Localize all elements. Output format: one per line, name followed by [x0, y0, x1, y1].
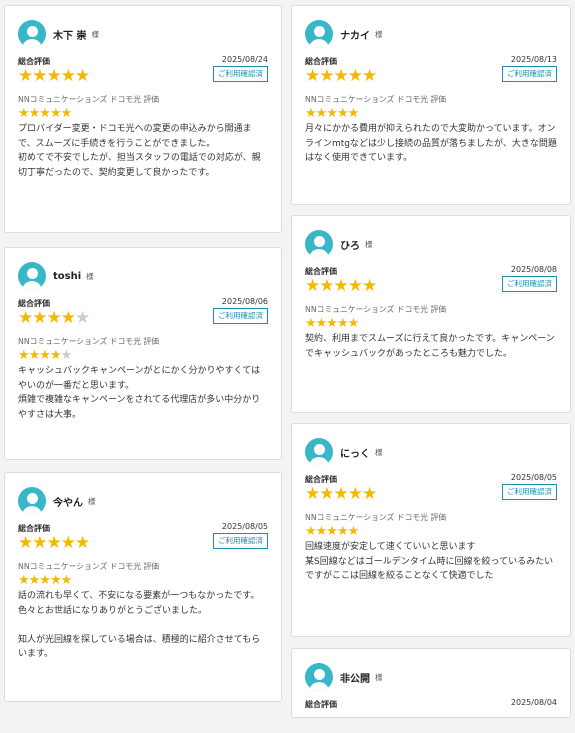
overall-stars: ★★★★★: [305, 66, 377, 86]
reviewer: ひろ 様: [305, 228, 557, 260]
star-icon-filled: ★★★★★: [18, 106, 72, 121]
star-icon-filled: ★★★★★: [305, 484, 377, 504]
star-icon-filled: ★★★★★: [18, 573, 72, 588]
overall-rating-row: 総合評価 2025/08/05 ★★★★★ ご利用確認済: [305, 473, 557, 508]
review-card: 非公開 様 総合評価 2025/08/04: [291, 648, 571, 718]
avatar-icon: [305, 230, 333, 258]
star-icon-filled: ★★★★: [18, 348, 62, 363]
overall-stars: ★★★★★: [18, 66, 90, 86]
avatar-icon: [305, 20, 333, 48]
reviewer: toshi 様: [18, 260, 268, 292]
star-icon-empty: ★: [74, 308, 90, 328]
star-icon-empty: ★: [60, 348, 73, 363]
star-icon-filled: ★★★★★: [305, 524, 359, 539]
review-date: 2025/08/13: [510, 55, 557, 64]
review-date: 2025/08/05: [510, 473, 557, 482]
reviewer-name: にっく: [340, 448, 370, 460]
provider-rating-label: NNコミュニケーションズ ドコモ光 評価: [305, 95, 447, 104]
star-icon-filled: ★★★★★: [18, 533, 90, 553]
overall-rating-row: 総合評価 2025/08/13 ★★★★★ ご利用確認済: [305, 55, 557, 90]
star-icon-filled: ★★★★★: [305, 66, 377, 86]
verified-badge: ご利用確認済: [502, 66, 557, 82]
star-icon-filled: ★★★★★: [305, 106, 359, 121]
star-icon-filled: ★★★★★: [305, 276, 377, 296]
verified-badge: ご利用確認済: [502, 276, 557, 292]
provider-stars: ★★★★★: [18, 348, 268, 363]
provider-stars: ★★★★★: [18, 106, 268, 121]
provider-rating-label: NNコミュニケーションズ ドコモ光 評価: [18, 95, 160, 104]
review-card: にっく 様 総合評価 2025/08/05 ★★★★★ ご利用確認済 NNコミュ…: [291, 423, 571, 637]
provider-stars: ★★★★★: [305, 316, 557, 331]
provider-rating-label: NNコミュニケーションズ ドコモ光 評価: [18, 562, 160, 571]
review-comment: 回線速度が安定して速くていいと思います 某S回線などはゴールデンタイム時に回線を…: [305, 542, 554, 582]
overall-rating-row: 総合評価 2025/08/05 ★★★★★ ご利用確認済: [18, 522, 268, 557]
avatar-icon: [18, 262, 46, 290]
review-card: 木下 崇 様 総合評価 2025/08/24 ★★★★★ ご利用確認済 NNコミ…: [4, 5, 282, 233]
provider-stars: ★★★★★: [305, 524, 557, 539]
overall-rating-row: 総合評価 2025/08/04: [305, 698, 557, 733]
verified-badge: ご利用確認済: [502, 484, 557, 500]
honorific: 様: [86, 271, 94, 281]
review-date: 2025/08/24: [221, 55, 268, 64]
reviewer-name: ナカイ: [340, 30, 370, 42]
reviewer: 非公開 様: [305, 661, 557, 693]
overall-stars: ★★★★★: [18, 533, 90, 553]
reviewer-name: ひろ: [340, 240, 360, 252]
star-icon-filled: ★★★★★: [18, 66, 90, 86]
review-card: ナカイ 様 総合評価 2025/08/13 ★★★★★ ご利用確認済 NNコミュ…: [291, 5, 571, 205]
avatar-icon: [305, 663, 333, 691]
overall-stars: ★★★★★: [305, 276, 377, 296]
avatar-icon: [18, 20, 46, 48]
verified-badge: ご利用確認済: [213, 66, 268, 82]
honorific: 様: [375, 29, 383, 39]
review-date: 2025/08/04: [510, 698, 557, 707]
provider-stars: ★★★★★: [305, 106, 557, 121]
reviewer: 今やん 様: [18, 485, 268, 517]
overall-rating-row: 総合評価 2025/08/08 ★★★★★ ご利用確認済: [305, 265, 557, 300]
review-comment: 契約、利用までスムーズに行えて良かったです。キャンペーンでキャッシュバックがあっ…: [305, 334, 555, 359]
reviewer: 木下 崇 様: [18, 18, 268, 50]
honorific: 様: [88, 496, 96, 506]
provider-stars: ★★★★★: [18, 573, 268, 588]
reviewer-name: 非公開: [340, 673, 370, 685]
verified-badge: ご利用確認済: [213, 308, 268, 324]
review-comment: 話の流れも早くて、不安になる要素が一つもなかったです。 色々とお世話になりありが…: [18, 591, 261, 660]
reviewer-name: 木下 崇: [53, 30, 87, 42]
star-icon-filled: ★★★★★: [305, 316, 359, 331]
honorific: 様: [375, 447, 383, 457]
overall-stars: ★★★★★: [18, 308, 90, 328]
provider-rating-label: NNコミュニケーションズ ドコモ光 評価: [18, 337, 160, 346]
avatar-icon: [18, 487, 46, 515]
verified-badge: ご利用確認済: [213, 533, 268, 549]
review-card: 今やん 様 総合評価 2025/08/05 ★★★★★ ご利用確認済 NNコミュ…: [4, 472, 282, 702]
avatar-icon: [305, 438, 333, 466]
review-comment: 月々にかかる費用が抑えられたので大変助かっています。オンラインmtgなどは少し接…: [305, 124, 557, 164]
review-card: toshi 様 総合評価 2025/08/06 ★★★★★ ご利用確認済 NNコ…: [4, 247, 282, 460]
overall-rating-label: 総合評価: [305, 700, 337, 709]
honorific: 様: [375, 672, 383, 682]
review-date: 2025/08/05: [221, 522, 268, 531]
reviewer: にっく 様: [305, 436, 557, 468]
honorific: 様: [91, 29, 99, 39]
review-date: 2025/08/08: [510, 265, 557, 274]
provider-rating-label: NNコミュニケーションズ ドコモ光 評価: [305, 305, 447, 314]
honorific: 様: [365, 239, 373, 249]
reviewer-name: toshi: [53, 270, 82, 282]
review-date: 2025/08/06: [221, 297, 268, 306]
review-comment: キャッシュバックキャンペーンがとにかく分かりやすくてはやいのが一番だと思います。…: [18, 366, 261, 420]
review-comment: プロバイダー変更・ドコモ光への変更の申込みから開通まで、スムーズに手続きを行うこ…: [18, 124, 261, 178]
reviewer-name: 今やん: [53, 497, 83, 509]
review-card: ひろ 様 総合評価 2025/08/08 ★★★★★ ご利用確認済 NNコミュニ…: [291, 215, 571, 413]
star-icon-filled: ★★★★: [18, 308, 76, 328]
overall-rating-row: 総合評価 2025/08/06 ★★★★★ ご利用確認済: [18, 297, 268, 332]
reviewer: ナカイ 様: [305, 18, 557, 50]
overall-rating-row: 総合評価 2025/08/24 ★★★★★ ご利用確認済: [18, 55, 268, 90]
provider-rating-label: NNコミュニケーションズ ドコモ光 評価: [305, 513, 447, 522]
overall-stars: ★★★★★: [305, 484, 377, 504]
